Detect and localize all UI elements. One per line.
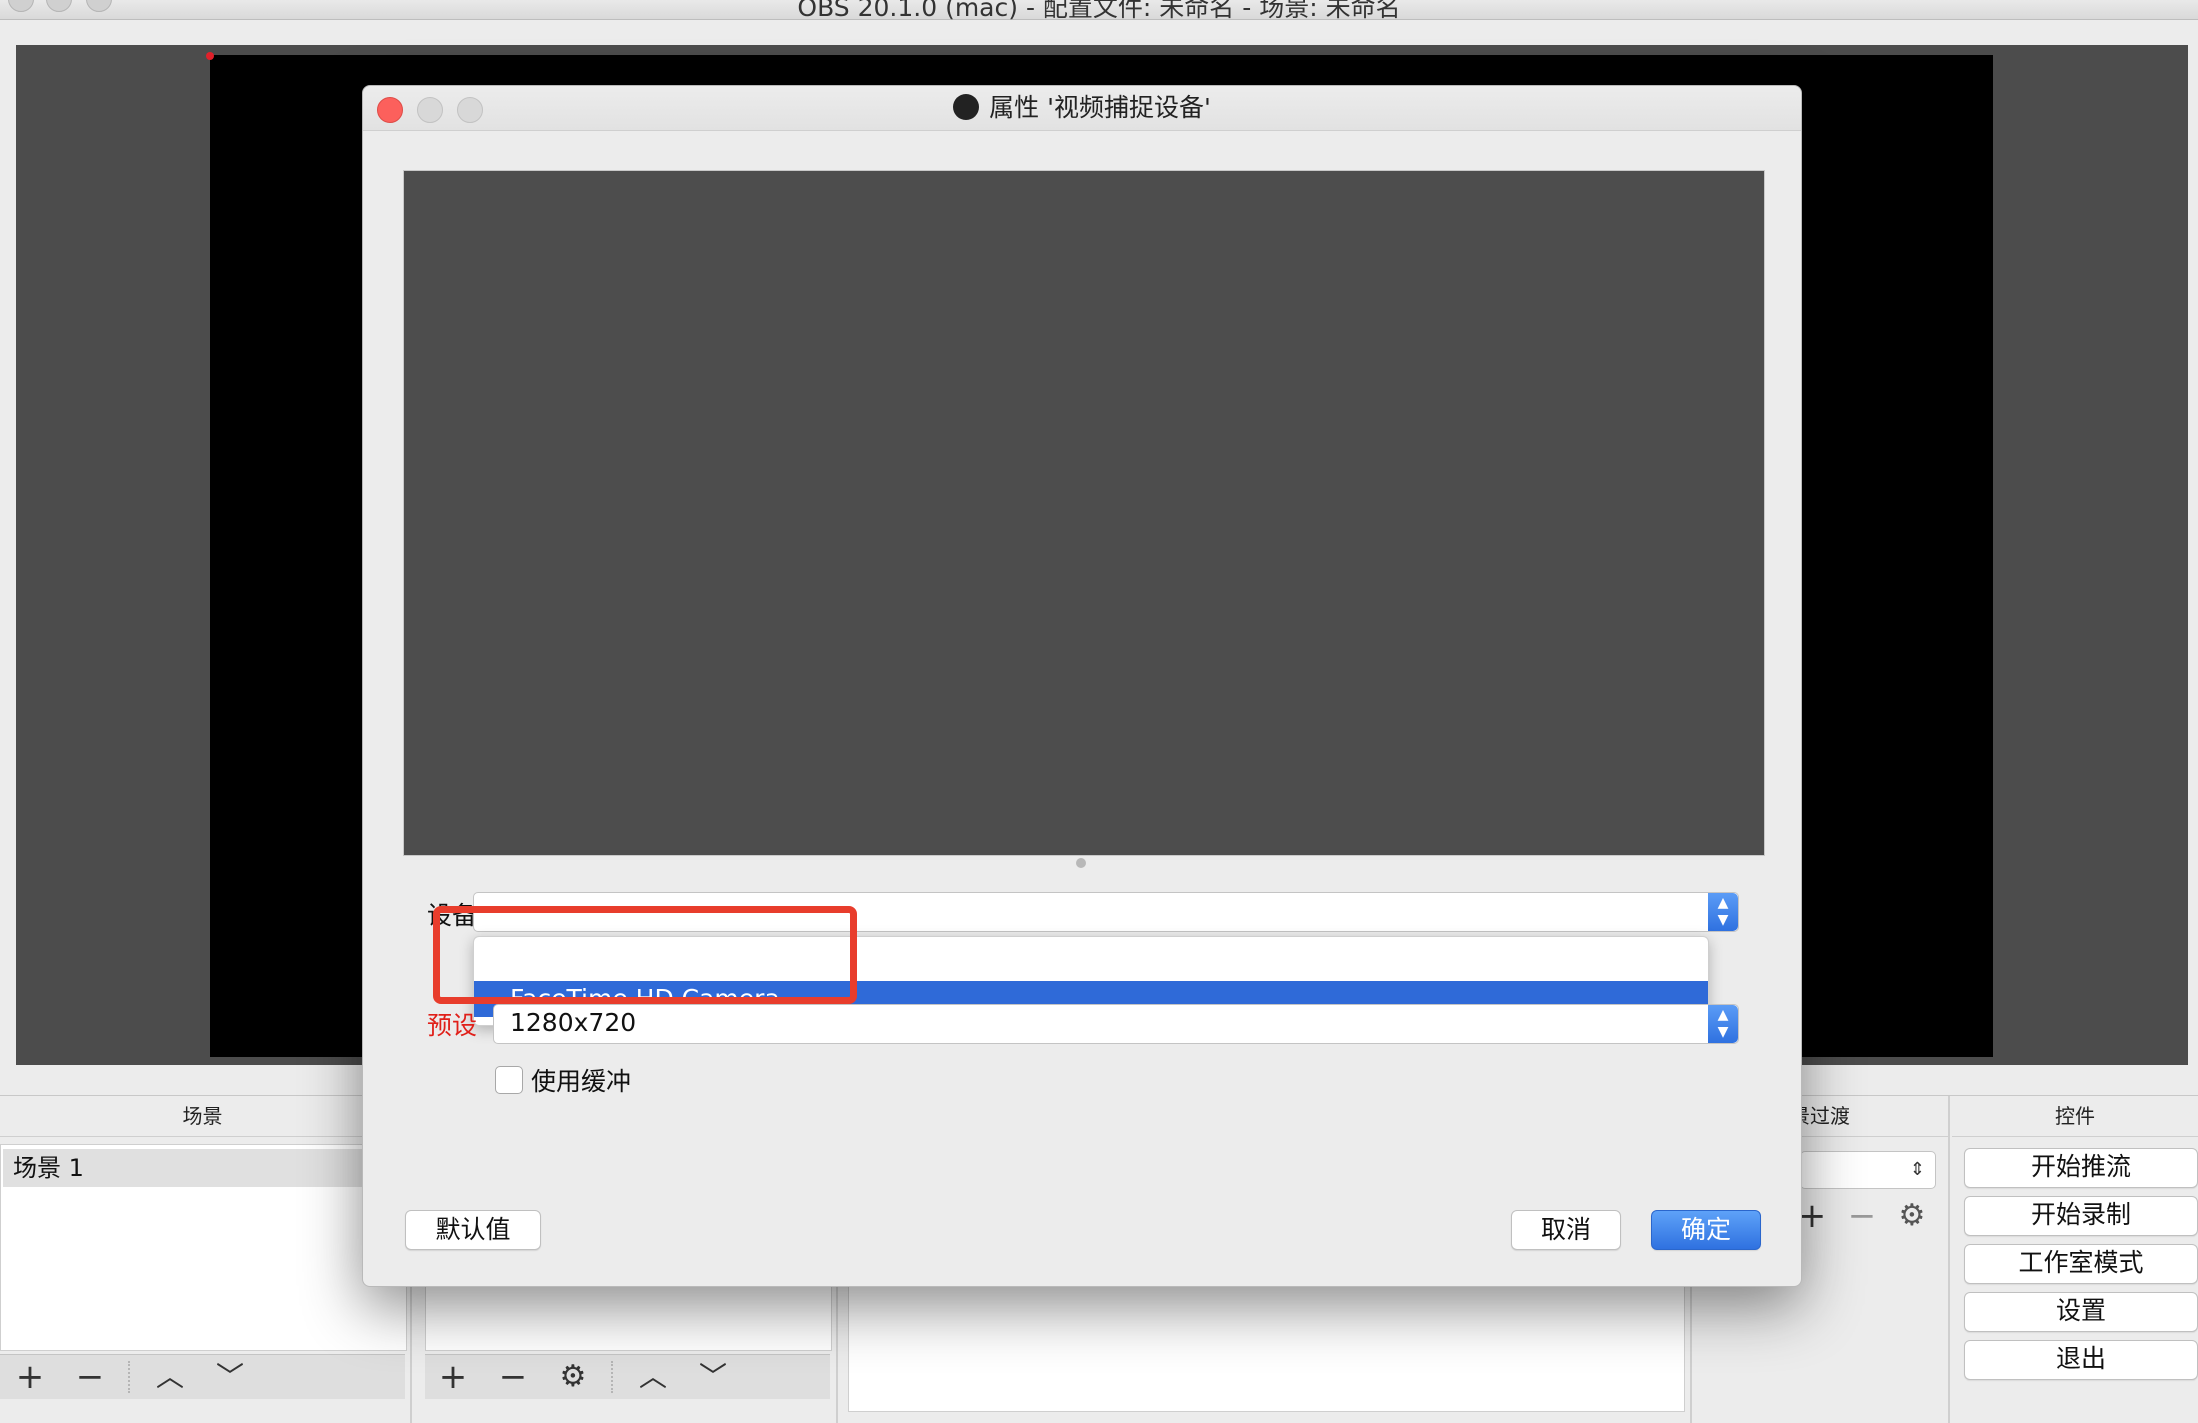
scenes-header: 场景: [0, 1096, 405, 1137]
main-window-title: OBS 20.1.0 (mac) - 配置文件: 未命名 - 场景: 未命名: [797, 0, 1401, 22]
properties-dialog: 属性 '视频捕捉设备' 设备 ▲ ▼ FaceTime HD Camera 预设 …: [362, 85, 1802, 1287]
defaults-button[interactable]: 默认值: [405, 1210, 541, 1250]
move-up-icon[interactable]: ︿: [633, 1359, 673, 1395]
settings-button[interactable]: 设置: [1964, 1292, 2198, 1332]
dialog-title-text: 属性 '视频捕捉设备': [989, 93, 1211, 122]
exit-button[interactable]: 退出: [1964, 1340, 2198, 1380]
dialog-titlebar: 属性 '视频捕捉设备': [363, 86, 1801, 131]
gear-icon[interactable]: ⚙: [553, 1359, 593, 1395]
canvas-corner-marker: [206, 52, 214, 60]
transition-select[interactable]: ⇕: [1800, 1151, 1936, 1189]
scenes-list[interactable]: 场景 1: [0, 1144, 407, 1351]
add-source-icon[interactable]: +: [433, 1359, 473, 1395]
studio-mode-button[interactable]: 工作室模式: [1964, 1244, 2198, 1284]
toolbar-separator: [128, 1361, 131, 1393]
preset-select[interactable]: 1280x720 ▲ ▼: [493, 1004, 1739, 1044]
use-buffer-checkbox[interactable]: [495, 1066, 523, 1094]
splitter-handle[interactable]: [1076, 858, 1086, 868]
start-stream-button[interactable]: 开始推流: [1964, 1148, 2198, 1188]
ok-button[interactable]: 确定: [1651, 1210, 1761, 1250]
obs-logo-icon: [953, 94, 980, 120]
toolbar-separator: [611, 1361, 614, 1393]
remove-source-icon[interactable]: −: [493, 1359, 533, 1395]
preset-value: 1280x720: [510, 1008, 637, 1037]
chevron-updown-icon: ▲ ▼: [1708, 893, 1738, 931]
cancel-button[interactable]: 取消: [1511, 1210, 1621, 1250]
highlight-annotation: [433, 906, 857, 1004]
start-record-button[interactable]: 开始录制: [1964, 1196, 2198, 1236]
controls-header: 控件: [1952, 1096, 2198, 1137]
preset-label: 预设: [427, 1011, 478, 1040]
main-window-titlebar: OBS 20.1.0 (mac) - 配置文件: 未命名 - 场景: 未命名: [0, 0, 2198, 22]
chevron-updown-icon: ▲ ▼: [1708, 1005, 1738, 1043]
move-down-icon[interactable]: ﹀: [693, 1359, 733, 1395]
remove-scene-icon[interactable]: −: [70, 1359, 110, 1395]
scenes-toolbar: + − ︿ ﹀: [0, 1354, 405, 1399]
scene-item[interactable]: 场景 1: [3, 1149, 403, 1187]
gear-icon[interactable]: ⚙: [1892, 1198, 1932, 1234]
remove-transition-icon[interactable]: −: [1842, 1198, 1882, 1234]
sources-toolbar: + − ⚙ ︿ ﹀: [425, 1354, 830, 1399]
add-scene-icon[interactable]: +: [10, 1359, 50, 1395]
source-preview: [403, 170, 1765, 856]
chevron-updown-icon: ⇕: [1909, 1159, 1925, 1180]
move-up-icon[interactable]: ︿: [150, 1359, 190, 1395]
use-buffer-label: 使用缓冲: [531, 1067, 632, 1096]
move-down-icon[interactable]: ﹀: [210, 1359, 250, 1395]
dock-divider: [1948, 1096, 1950, 1423]
dialog-title: 属性 '视频捕捉设备': [363, 86, 1801, 130]
